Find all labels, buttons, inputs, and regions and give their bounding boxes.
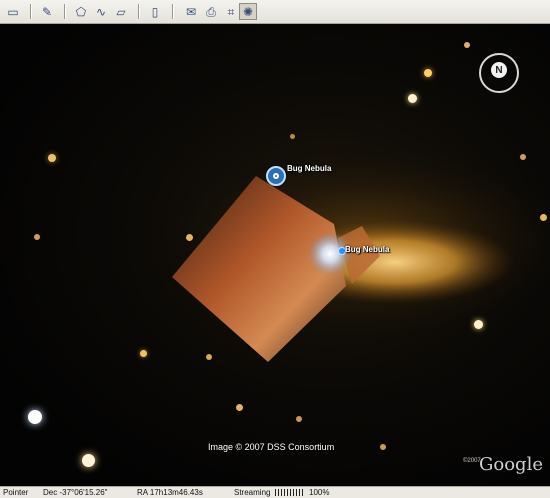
email-icon: ✉	[185, 4, 197, 19]
star	[380, 444, 386, 450]
google-earth-sky-window: ▭ ✎ ⬠ ∿ ▱ ▯ ✉ ⎙ ⌗ ✺ N Bug Nebula Bug Neb…	[0, 0, 550, 498]
placemark-icon: ✎	[41, 4, 53, 19]
toolbar: ▭ ✎ ⬠ ∿ ▱ ▯ ✉ ⎙ ⌗ ✺	[0, 0, 550, 24]
map-icon: ⌗	[227, 4, 235, 19]
status-declination: Dec -37°06'15.26"	[43, 488, 108, 497]
view-in-maps-button[interactable]: ⌗	[222, 3, 240, 20]
placemark-label[interactable]: Bug Nebula	[287, 164, 331, 173]
nebula-core	[308, 232, 352, 276]
sky-view[interactable]: N Bug Nebula Bug Nebula Image © 2007 DSS…	[0, 24, 550, 486]
status-streaming-label: Streaming	[234, 488, 271, 497]
star	[296, 416, 302, 422]
sky-icon: ✺	[242, 4, 254, 19]
print-button[interactable]: ⎙	[202, 3, 220, 20]
star	[48, 154, 56, 162]
star	[140, 350, 147, 357]
placemark-icon[interactable]	[266, 166, 286, 186]
imagery-attribution: Image © 2007 DSS Consortium	[208, 442, 335, 452]
add-image-overlay-button[interactable]: ▱	[112, 3, 130, 20]
star	[34, 234, 40, 240]
star	[290, 134, 295, 139]
nebula-imagery	[170, 147, 550, 362]
toolbar-divider	[138, 4, 140, 19]
star	[520, 154, 526, 160]
ruler-icon: ▯	[151, 4, 159, 19]
add-path-button[interactable]: ∿	[92, 3, 110, 20]
polygon-icon: ⬠	[75, 4, 87, 19]
image-overlay-icon: ▱	[116, 4, 126, 19]
toolbar-divider	[172, 4, 174, 19]
record-tour-button[interactable]: ▯	[146, 3, 164, 20]
status-right-ascension: RA 17h13m46.43s	[137, 488, 203, 497]
placemark-label[interactable]: Bug Nebula	[345, 245, 389, 254]
star	[464, 42, 470, 48]
toolbar-divider	[64, 4, 66, 19]
star	[540, 214, 547, 221]
logo-wordmark: Google	[479, 454, 543, 475]
add-polygon-button[interactable]: ⬠	[72, 3, 90, 20]
toolbar-divider	[30, 4, 32, 19]
sky-mode-button[interactable]: ✺	[239, 3, 257, 20]
star	[424, 69, 432, 77]
add-placemark-button[interactable]: ✎	[38, 3, 56, 20]
sidebar-icon: ▭	[7, 4, 19, 19]
star	[408, 94, 417, 103]
compass-navigation[interactable]: N	[476, 50, 522, 96]
status-streaming-percent: 100%	[309, 488, 330, 497]
star	[186, 234, 193, 241]
path-icon: ∿	[95, 4, 107, 19]
compass-north-icon[interactable]: N	[491, 62, 507, 78]
print-icon: ⎙	[206, 4, 216, 19]
star	[206, 354, 212, 360]
email-button[interactable]: ✉	[182, 3, 200, 20]
star	[82, 454, 95, 467]
status-mode: Pointer	[3, 488, 29, 497]
status-bar: Pointer Dec -37°06'15.26" RA 17h13m46.43…	[0, 486, 550, 498]
star	[28, 410, 42, 424]
star	[474, 320, 483, 329]
star	[236, 404, 243, 411]
sidebar-toggle-button[interactable]: ▭	[4, 3, 22, 20]
streaming-progress-bar	[275, 489, 305, 496]
